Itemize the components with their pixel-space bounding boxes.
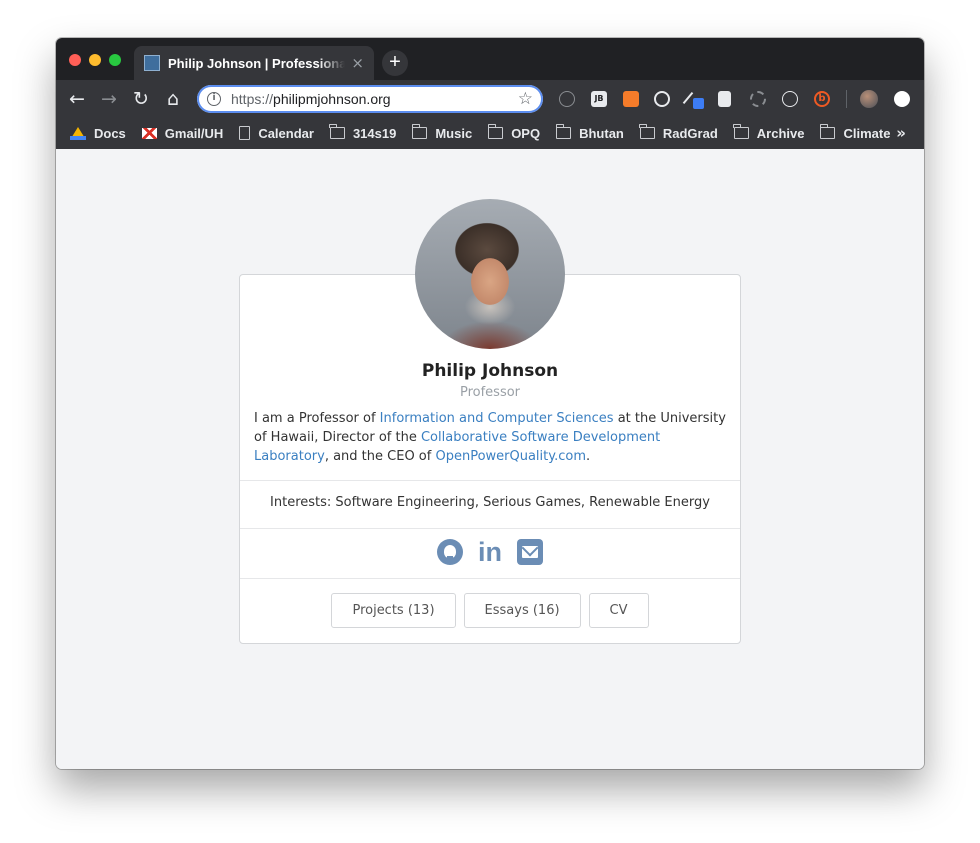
bookmark-gmail[interactable]: Gmail/UH	[141, 126, 223, 141]
profile-interests: Interests: Software Engineering, Serious…	[270, 495, 710, 510]
bookmark-archive[interactable]: Archive	[733, 124, 804, 141]
forward-icon[interactable]: →	[98, 88, 120, 110]
pen-icon[interactable]	[685, 91, 704, 109]
sync-icon[interactable]	[750, 91, 766, 107]
close-window-button[interactable]	[69, 54, 81, 66]
tab-title: Philip Johnson | Professional Portfolio	[168, 55, 346, 71]
bookmark-star-icon[interactable]: ☆	[518, 89, 533, 109]
home-icon[interactable]: ⌂	[162, 88, 184, 110]
address-bar[interactable]: i https://philipmjohnson.org ☆	[197, 85, 543, 113]
reload-icon[interactable]: ↻	[130, 88, 152, 110]
jetbrains-icon[interactable]: JB	[591, 91, 607, 107]
gauge-icon[interactable]	[654, 91, 670, 107]
linkedin-icon[interactable]: in	[477, 539, 503, 566]
folder-icon	[639, 124, 655, 139]
essays-button[interactable]: Essays (16)	[463, 593, 581, 628]
site-info-icon[interactable]: i	[207, 92, 221, 106]
new-tab-button[interactable]: +	[382, 50, 408, 76]
github-icon[interactable]	[437, 539, 463, 565]
bookmark-opq[interactable]: OPQ	[487, 124, 540, 141]
bookmark-bhutan[interactable]: Bhutan	[555, 124, 624, 141]
profile-photo	[415, 199, 565, 349]
tab-bar: Philip Johnson | Professional Portfolio …	[56, 38, 924, 80]
maximize-window-button[interactable]	[109, 54, 121, 66]
minimize-window-button[interactable]	[89, 54, 101, 66]
url-text[interactable]: https://philipmjohnson.org	[231, 91, 518, 107]
gmail-icon	[141, 127, 157, 139]
drive-icon	[70, 126, 86, 140]
bookmark-calendar[interactable]: Calendar	[239, 126, 314, 141]
folder-icon	[555, 124, 572, 139]
document-icon[interactable]	[718, 91, 731, 107]
profile-name: Philip Johnson	[421, 361, 559, 381]
profile-avatar[interactable]	[860, 90, 878, 108]
bookmarks-bar: Docs Gmail/UH Calendar 314s19 Music OPQ …	[56, 117, 924, 149]
folder-icon	[329, 124, 345, 139]
social-links: in	[240, 539, 740, 569]
folder-icon	[733, 124, 749, 139]
react-icon[interactable]	[782, 91, 798, 107]
bookmark-radgrad[interactable]: RadGrad	[639, 124, 718, 141]
opq-link[interactable]: OpenPowerQuality.com	[435, 449, 586, 464]
page-content: Philip Johnson Professor I am a Professo…	[56, 149, 924, 769]
browser-tab[interactable]: Philip Johnson | Professional Portfolio …	[134, 46, 374, 80]
tab-close-icon[interactable]: ×	[351, 54, 364, 72]
favicon-icon	[144, 55, 160, 71]
cv-button[interactable]: CV	[588, 593, 649, 628]
profile-title: Professor	[459, 385, 521, 400]
bookmark-music[interactable]: Music	[411, 124, 472, 141]
browser-window: Philip Johnson | Professional Portfolio …	[56, 38, 924, 769]
menu-dot-icon[interactable]	[894, 91, 910, 107]
browser-toolbar: ← → ↻ ⌂ i https://philipmjohnson.org ☆ J…	[56, 80, 924, 117]
bookmark-314s19[interactable]: 314s19	[329, 124, 396, 141]
info-icon[interactable]	[559, 91, 575, 107]
folder-icon	[487, 124, 504, 139]
folder-icon	[411, 124, 428, 139]
toolbar-divider	[846, 90, 847, 108]
page-icon	[239, 126, 251, 140]
chart-icon[interactable]	[623, 91, 639, 107]
profile-bio: I am a Professor of Information and Comp…	[254, 411, 726, 464]
bookmark-climate[interactable]: Climate	[819, 124, 890, 141]
email-icon[interactable]	[517, 539, 543, 565]
divider	[240, 480, 740, 481]
projects-button[interactable]: Projects (13)	[331, 593, 456, 628]
ics-link[interactable]: Information and Computer Sciences	[380, 411, 614, 426]
b-icon[interactable]: b	[814, 91, 830, 107]
divider	[240, 578, 740, 579]
profile-buttons: Projects (13) Essays (16) CV	[240, 593, 740, 628]
folder-icon	[819, 124, 836, 139]
back-icon[interactable]: ←	[66, 88, 88, 110]
bookmark-docs[interactable]: Docs	[70, 126, 126, 141]
bookmarks-overflow-icon[interactable]: »	[896, 124, 906, 142]
divider	[240, 528, 740, 529]
